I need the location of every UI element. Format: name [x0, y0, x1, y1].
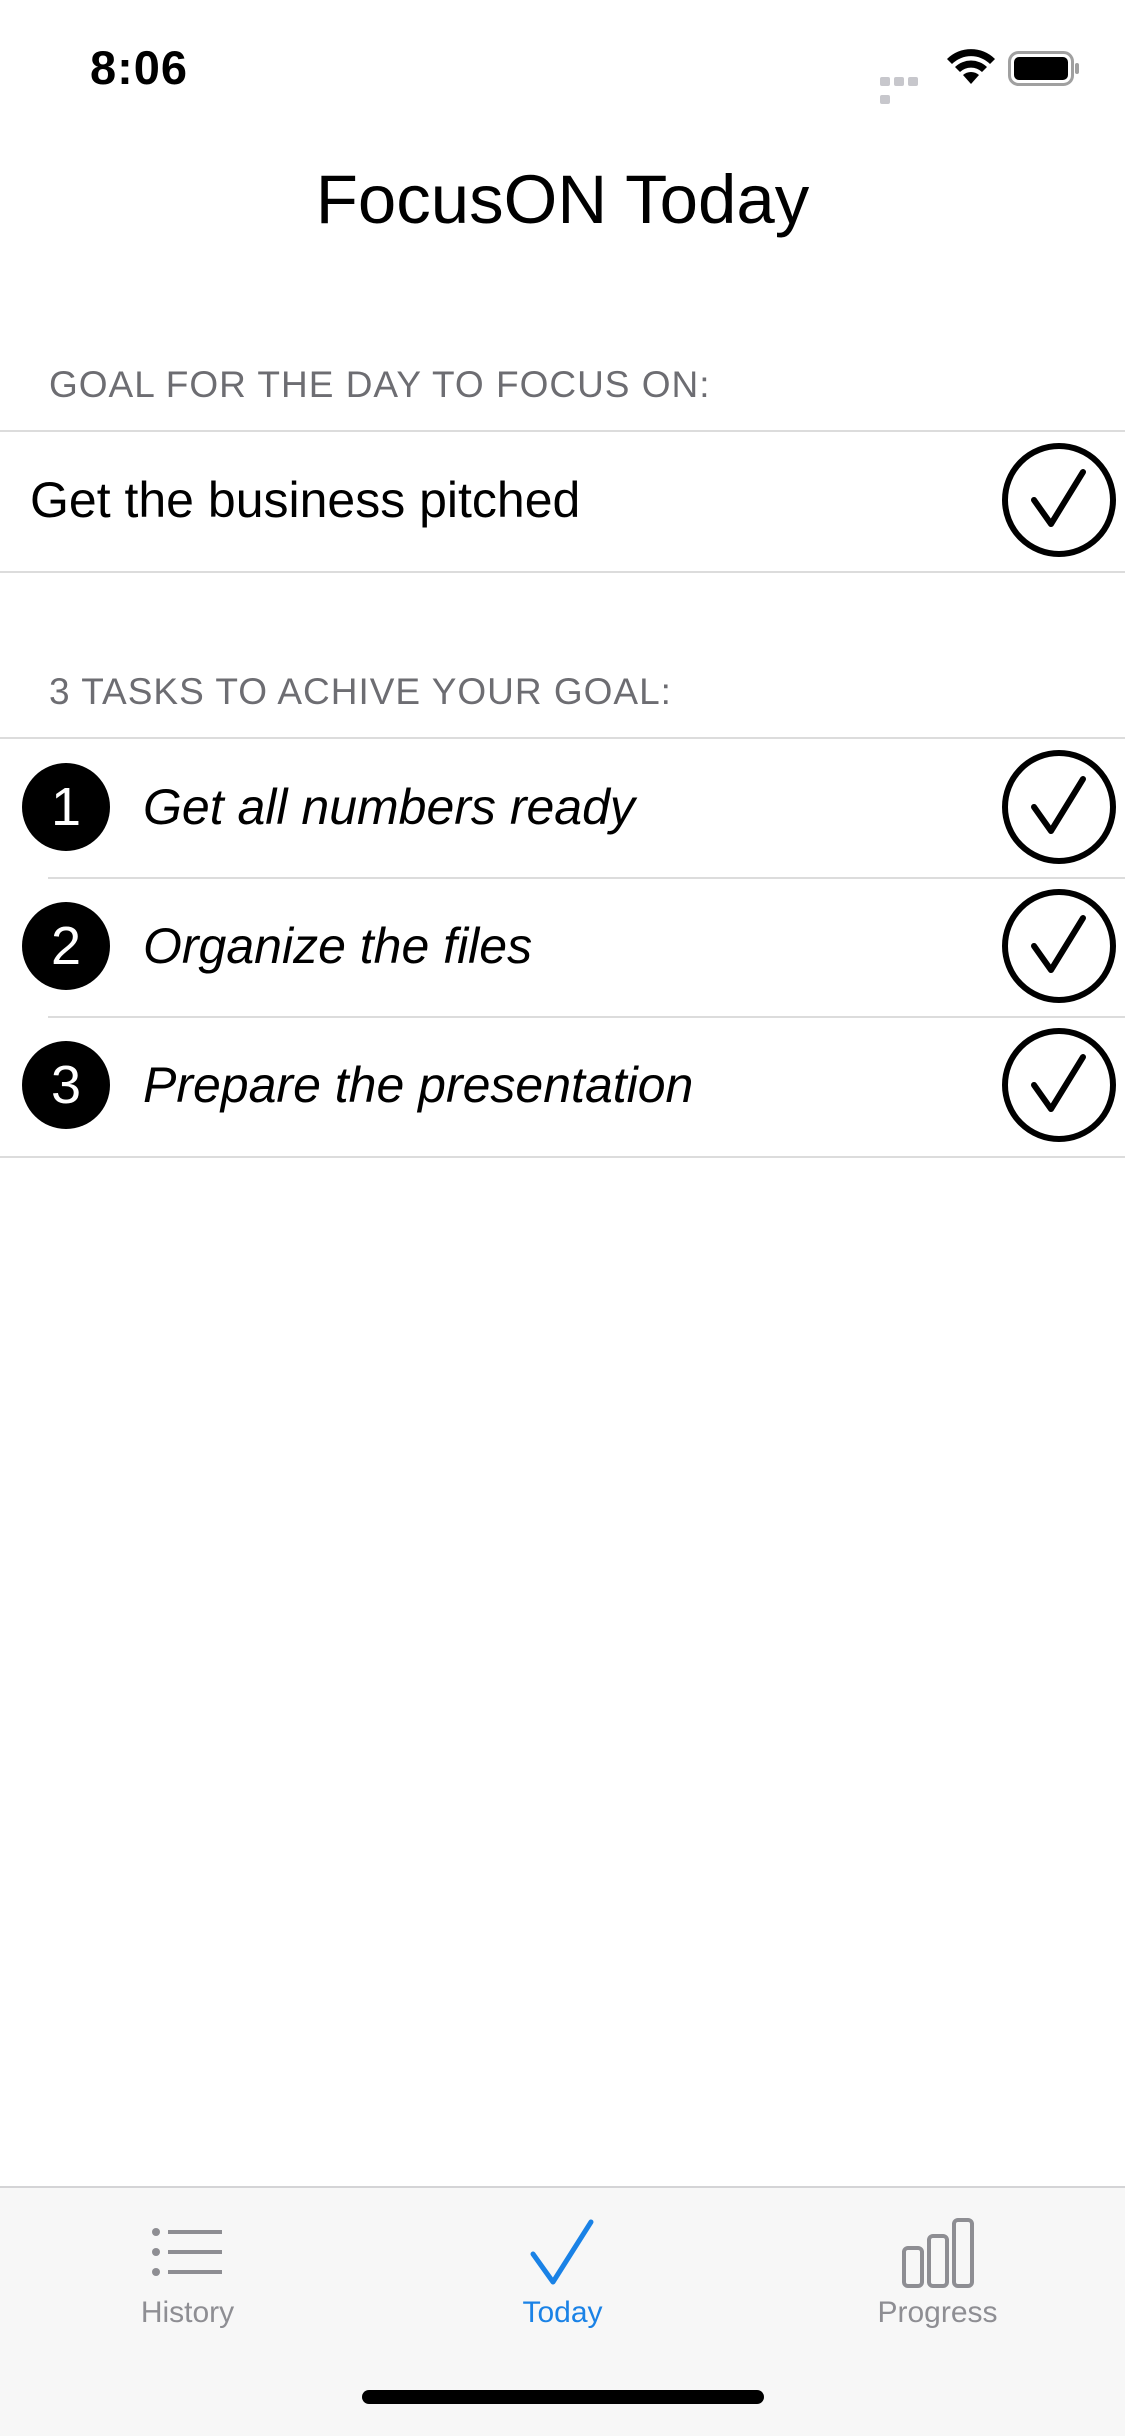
- list-icon: [151, 2228, 222, 2276]
- home-indicator: [362, 2390, 764, 2404]
- task-row-3[interactable]: 3 Prepare the presentation: [0, 1016, 1125, 1156]
- task-complete-checkmark-icon[interactable]: [1001, 888, 1117, 1004]
- tab-today[interactable]: Today: [375, 2188, 750, 2348]
- task-text: Prepare the presentation: [143, 1057, 694, 1113]
- tab-today-label: Today: [522, 2296, 603, 2329]
- task-number-badge: 3: [22, 1041, 110, 1129]
- task-complete-checkmark-icon[interactable]: [1001, 749, 1117, 865]
- goal-text: Get the business pitched: [30, 472, 581, 528]
- status-bar: 8:06: [0, 0, 1125, 132]
- task-complete-checkmark-icon[interactable]: [1001, 1027, 1117, 1143]
- goal-complete-checkmark-icon[interactable]: [1001, 442, 1117, 558]
- goal-row[interactable]: Get the business pitched: [0, 432, 1125, 571]
- goal-section-header: GOAL FOR THE DAY TO FOCUS ON:: [49, 364, 711, 405]
- task-number-badge: 1: [22, 763, 110, 851]
- app-screen: 8:06 FocusON Today GOAL FOR THE DAY TO F…: [0, 0, 1125, 2436]
- cellular-signal-icon: [880, 77, 932, 104]
- checkmark-icon: [530, 2219, 593, 2285]
- goal-group: Get the business pitched: [0, 430, 1125, 573]
- tab-progress-label: Progress: [877, 2296, 998, 2329]
- wifi-icon: [947, 49, 995, 84]
- task-row-2[interactable]: 2 Organize the files: [0, 877, 1125, 1017]
- battery-icon: [1008, 51, 1079, 86]
- tab-history-label: History: [140, 2296, 235, 2329]
- task-row-1[interactable]: 1 Get all numbers ready: [0, 739, 1125, 878]
- bar-chart-icon: [901, 2218, 974, 2288]
- page-title: FocusON Today: [315, 161, 810, 238]
- status-time: 8:06: [90, 41, 189, 94]
- task-text: Organize the files: [143, 918, 533, 974]
- tab-history[interactable]: History: [0, 2188, 375, 2348]
- tasks-group: 1 Get all numbers ready 2 Organize the f…: [0, 737, 1125, 1158]
- tasks-section-header: 3 TASKS TO ACHIVE YOUR GOAL:: [49, 671, 672, 712]
- tab-progress[interactable]: Progress: [750, 2188, 1125, 2348]
- task-text: Get all numbers ready: [143, 779, 635, 835]
- task-number-badge: 2: [22, 902, 110, 990]
